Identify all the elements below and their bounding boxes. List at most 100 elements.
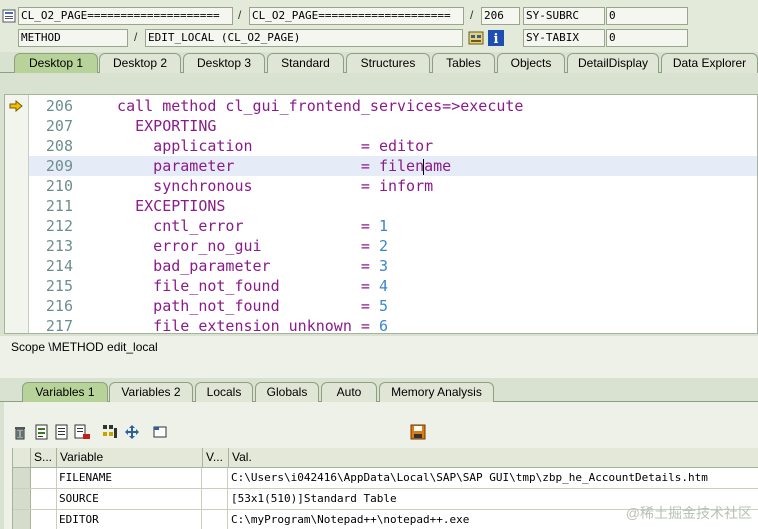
insert-variable-icon[interactable] bbox=[34, 424, 50, 440]
structure-icon[interactable] bbox=[468, 30, 484, 46]
row-status-cell bbox=[31, 510, 57, 529]
tab-standard[interactable]: Standard bbox=[267, 53, 344, 73]
tab-objects[interactable]: Objects bbox=[497, 53, 565, 73]
remove-variable-icon[interactable] bbox=[74, 424, 90, 440]
tab-data-explorer[interactable]: Data Explorer bbox=[661, 53, 758, 73]
variable-v-cell bbox=[203, 489, 228, 509]
tab-locals[interactable]: Locals bbox=[195, 382, 253, 402]
variable-v-cell bbox=[203, 468, 228, 488]
tab-variables-2[interactable]: Variables 2 bbox=[109, 382, 193, 402]
line-number: 212 bbox=[45, 217, 73, 235]
line-number: 209 bbox=[45, 157, 73, 175]
source-code-editor[interactable]: 206 call method cl_gui_frontend_services… bbox=[4, 94, 758, 334]
code-line[interactable]: 208 application = editor bbox=[29, 136, 757, 156]
code-line-highlighted[interactable]: 209 parameter = filename bbox=[29, 156, 757, 176]
code-text: call method cl_gui_frontend_services=>ex… bbox=[99, 97, 524, 115]
variable-name-cell[interactable]: SOURCE bbox=[57, 489, 202, 509]
line-number: 214 bbox=[45, 257, 73, 275]
include-field[interactable]: CL_O2_PAGE==================== bbox=[249, 7, 464, 25]
code-line[interactable]: 210 synchronous = inform bbox=[29, 176, 757, 196]
code-line[interactable]: 216 path_not_found = 5 bbox=[29, 296, 757, 316]
code-number: 1 bbox=[378, 217, 388, 235]
grid-header-status[interactable]: S... bbox=[31, 448, 57, 468]
variable-value-cell[interactable]: C:\Users\i042416\AppData\Local\SAP\SAP G… bbox=[229, 468, 758, 488]
navigate-icon[interactable] bbox=[124, 424, 140, 440]
tab-auto[interactable]: Auto bbox=[321, 382, 377, 402]
code-number: 2 bbox=[378, 237, 388, 255]
line-number: 215 bbox=[45, 277, 73, 295]
sy-subrc-label: SY-SUBRC bbox=[523, 7, 605, 25]
grid-header-select bbox=[13, 448, 31, 468]
code-param: file_not_found bbox=[99, 277, 280, 295]
sy-subrc-value[interactable]: 0 bbox=[606, 7, 688, 25]
tab-variables-1[interactable]: Variables 1 bbox=[22, 382, 108, 402]
code-operator: = bbox=[234, 157, 379, 175]
tab-desktop-3[interactable]: Desktop 3 bbox=[183, 53, 265, 73]
code-number: 3 bbox=[378, 257, 388, 275]
code-text: path_not_found = 5 bbox=[99, 296, 388, 316]
code-line[interactable]: 214 bad_parameter = 3 bbox=[29, 256, 757, 276]
code-operator: = bbox=[252, 137, 379, 155]
row-selector[interactable] bbox=[13, 489, 31, 509]
flag-icon[interactable] bbox=[152, 424, 168, 440]
separator: / bbox=[470, 8, 474, 22]
line-number: 207 bbox=[45, 117, 73, 135]
sy-tabix-value[interactable]: 0 bbox=[606, 29, 688, 47]
code-text: synchronous = inform bbox=[99, 176, 433, 196]
table-row[interactable]: FILENAME C:\Users\i042416\AppData\Local\… bbox=[13, 468, 758, 489]
line-number: 213 bbox=[45, 237, 73, 255]
tab-structures[interactable]: Structures bbox=[346, 53, 430, 73]
line-number: 217 bbox=[45, 317, 73, 334]
code-operator: = bbox=[252, 177, 379, 195]
svg-text:i: i bbox=[494, 32, 499, 46]
tab-globals[interactable]: Globals bbox=[255, 382, 319, 402]
tab-memory-analysis[interactable]: Memory Analysis bbox=[379, 382, 494, 402]
info-icon[interactable]: i bbox=[488, 30, 504, 47]
grid-header-variable[interactable]: Variable bbox=[57, 448, 203, 468]
event-type-field[interactable]: METHOD bbox=[18, 29, 128, 47]
delete-icon[interactable] bbox=[12, 424, 28, 440]
code-line[interactable]: 212 cntl_error = 1 bbox=[29, 216, 757, 236]
tab-desktop-1[interactable]: Desktop 1 bbox=[14, 53, 98, 73]
grid-header-value[interactable]: Val. bbox=[229, 448, 758, 468]
breakpoint-gutter[interactable] bbox=[5, 95, 29, 333]
save-icon[interactable] bbox=[410, 424, 426, 440]
code-text: file_not_found = 4 bbox=[99, 276, 388, 296]
code-line[interactable]: 215 file_not_found = 4 bbox=[29, 276, 757, 296]
code-param: synchronous bbox=[99, 177, 253, 195]
code-operator: = bbox=[261, 237, 379, 255]
code-operator: = bbox=[243, 217, 379, 235]
code-line[interactable]: 206 call method cl_gui_frontend_services… bbox=[29, 96, 757, 116]
tab-tables[interactable]: Tables bbox=[432, 53, 495, 73]
code-value: editor bbox=[378, 137, 434, 155]
code-line[interactable]: 217 file_extension_unknown = 6 bbox=[29, 316, 757, 334]
code-param: application bbox=[99, 137, 253, 155]
settings-grid-icon[interactable] bbox=[102, 424, 118, 440]
main-program-field[interactable]: CL_O2_PAGE==================== bbox=[18, 7, 233, 25]
code-operator: = bbox=[279, 297, 379, 315]
grid-header-v[interactable]: V... bbox=[203, 448, 229, 468]
code-line[interactable]: 207 EXPORTING bbox=[29, 116, 757, 136]
code-line[interactable]: 213 error_no_gui = 2 bbox=[29, 236, 757, 256]
desktop-tab-bar: Desktop 1 Desktop 2 Desktop 3 Standard S… bbox=[0, 53, 758, 73]
scope-text: Scope \METHOD edit_local bbox=[11, 340, 158, 354]
code-text: bad_parameter = 3 bbox=[99, 256, 388, 276]
row-selector[interactable] bbox=[13, 468, 31, 488]
list-icon[interactable] bbox=[54, 424, 70, 440]
tab-desktop-2[interactable]: Desktop 2 bbox=[99, 53, 181, 73]
variable-name-cell[interactable]: EDITOR bbox=[57, 510, 202, 529]
code-param: path_not_found bbox=[99, 297, 280, 315]
code-text: EXCEPTIONS bbox=[99, 197, 226, 215]
code-operator: = bbox=[279, 277, 379, 295]
line-number-field[interactable]: 206 bbox=[481, 7, 520, 25]
event-name-field[interactable]: EDIT_LOCAL (CL_O2_PAGE) bbox=[145, 29, 463, 47]
separator: / bbox=[238, 8, 242, 22]
code-operator: = bbox=[270, 257, 379, 275]
debugger-header: CL_O2_PAGE==================== / CL_O2_P… bbox=[0, 0, 758, 52]
code-line[interactable]: 211 EXCEPTIONS bbox=[29, 196, 757, 216]
tab-detaildisplay[interactable]: DetailDisplay bbox=[567, 53, 659, 73]
separator: / bbox=[134, 30, 138, 44]
row-selector[interactable] bbox=[13, 510, 31, 529]
variable-name-cell[interactable]: FILENAME bbox=[57, 468, 202, 488]
code-text: application = editor bbox=[99, 136, 433, 156]
